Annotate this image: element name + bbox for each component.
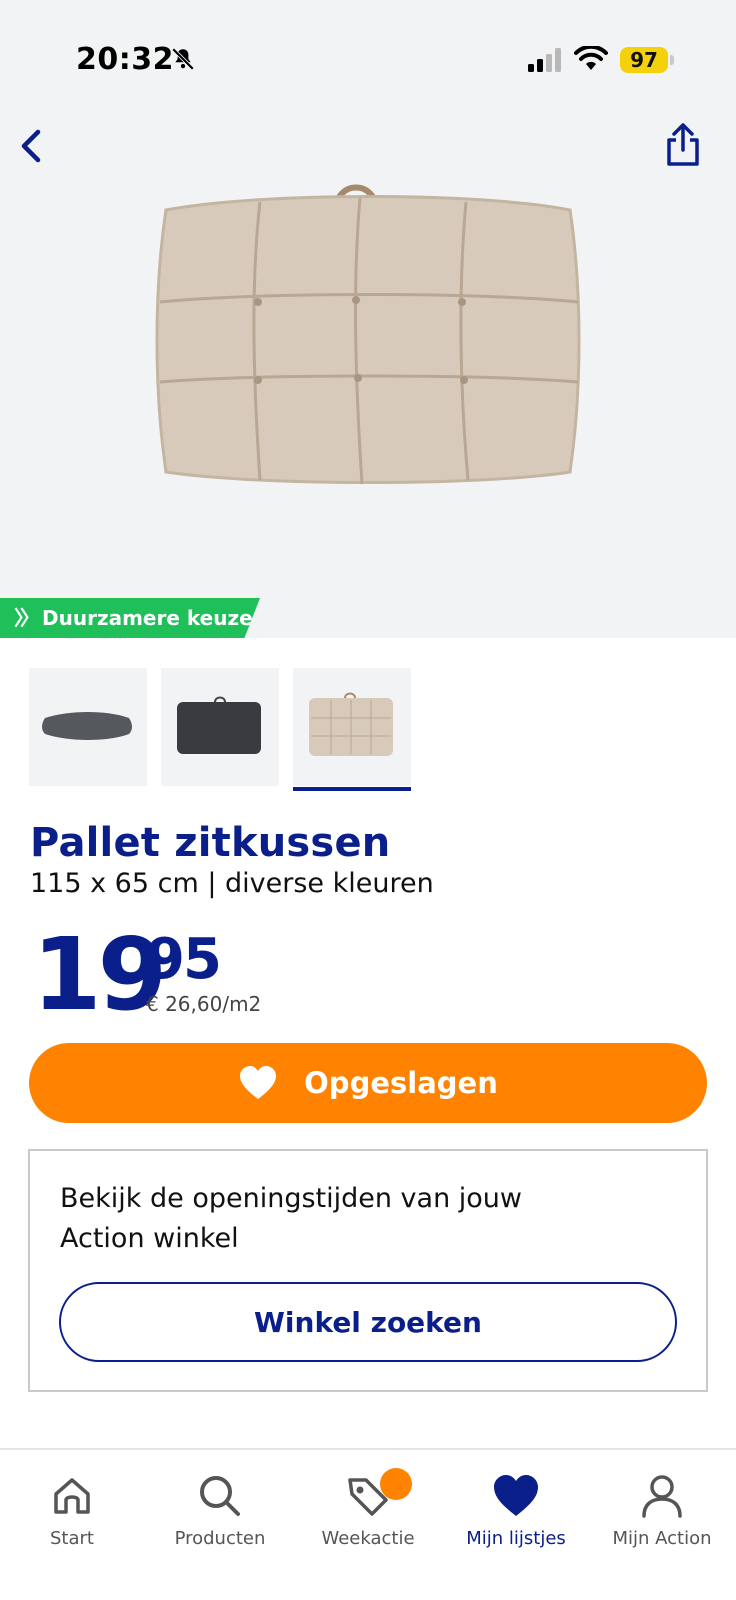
- share-button[interactable]: [660, 120, 706, 170]
- heart-filled-icon: [494, 1475, 538, 1516]
- thumbnail-dark[interactable]: [161, 668, 279, 786]
- saved-label: Opgeslagen: [304, 1066, 498, 1100]
- product-hero: 20:32 97 〉〉 Duurzamere keuze: [0, 0, 736, 638]
- store-finder-text: Bekijk de openingstijden van jouw Action…: [60, 1183, 522, 1254]
- status-time: 20:32: [76, 42, 174, 77]
- nav-label-weekactie: Weekactie: [321, 1528, 415, 1549]
- search-icon: [200, 1476, 240, 1516]
- price-decimals: 95: [146, 927, 222, 992]
- nav-label-mijn-lijstjes: Mijn lijstjes: [466, 1528, 566, 1549]
- nav-mijn-lijstjes[interactable]: Mijn lijstjes: [446, 1460, 586, 1570]
- bell-muted-icon: [171, 47, 195, 71]
- price-whole: 19: [32, 916, 167, 1033]
- sustainability-badge: 〉〉 Duurzamere keuze: [0, 598, 260, 638]
- nav-label-producten: Producten: [174, 1528, 266, 1549]
- nav-mijn-action[interactable]: Mijn Action: [592, 1460, 732, 1570]
- cellular-signal-icon: [528, 48, 561, 72]
- battery-tip: [670, 55, 674, 65]
- saved-button[interactable]: Opgeslagen: [29, 1043, 707, 1123]
- product-subtitle: 115 x 65 cm | diverse kleuren: [30, 868, 434, 899]
- nav-weekactie[interactable]: Weekactie: [298, 1460, 438, 1570]
- thumbnail-beige[interactable]: [293, 668, 411, 791]
- grey-cushion-thumb-icon: [42, 712, 132, 740]
- chevrons-icon: 〉〉: [14, 606, 40, 630]
- unit-price: € 26,60/m2: [146, 992, 262, 1016]
- thumbnail-grey[interactable]: [29, 668, 147, 786]
- sustainability-label: Duurzamere keuze: [42, 606, 253, 630]
- battery-level: 97: [620, 47, 668, 73]
- user-icon: [642, 1475, 682, 1518]
- dark-cushion-thumb-icon: [177, 696, 261, 754]
- beige-cushion-thumb-icon: [309, 692, 393, 756]
- nav-producten[interactable]: Producten: [150, 1460, 290, 1570]
- product-image: [155, 184, 581, 485]
- find-store-button[interactable]: Winkel zoeken: [59, 1282, 677, 1362]
- bottom-navigation: Start Producten Weekactie Mijn lijstjes …: [0, 1448, 736, 1600]
- product-title: Pallet zitkussen: [30, 820, 391, 866]
- heart-icon: [240, 1066, 277, 1099]
- nav-label-mijn-action: Mijn Action: [612, 1528, 712, 1549]
- weekactie-badge-dot: [380, 1468, 412, 1500]
- store-finder-card: Bekijk de openingstijden van jouw Action…: [28, 1149, 708, 1392]
- back-button[interactable]: [10, 124, 54, 168]
- home-icon: [54, 1478, 90, 1514]
- thumbnail-strip: [29, 668, 411, 791]
- nav-start[interactable]: Start: [2, 1460, 142, 1570]
- status-bar: 20:32 97: [0, 40, 736, 80]
- wifi-icon: [574, 46, 608, 70]
- nav-label-start: Start: [50, 1528, 94, 1549]
